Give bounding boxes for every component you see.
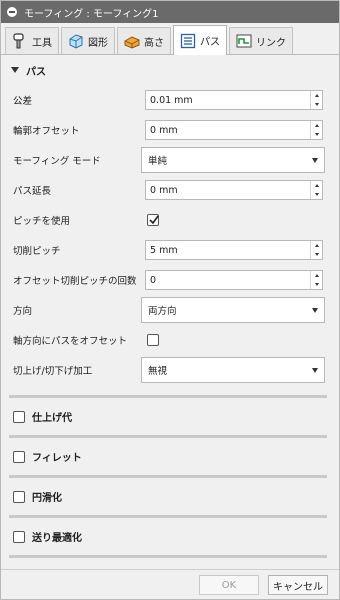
offset-stepover-count-label: オフセット切削ピッチの回数	[13, 276, 137, 287]
feed-optimization-section[interactable]: 送り最適化	[1, 518, 339, 555]
stock-to-leave-checkbox[interactable]	[13, 410, 25, 423]
direction-label: 方向	[13, 306, 33, 317]
title-bar: モーフィング : モーフィング1	[1, 1, 339, 23]
use-stepover-row: ピッチを使用	[1, 205, 339, 235]
tolerance-spinner[interactable]	[310, 91, 322, 109]
spin-up-icon[interactable]	[311, 121, 322, 130]
ramp-row: 切上げ/切下げ加工 無視	[1, 355, 339, 385]
heights-icon	[124, 36, 140, 49]
spin-up-icon[interactable]	[311, 91, 322, 100]
stepover-spinner[interactable]	[310, 241, 322, 259]
morph-dialog: モーフィング : モーフィング1 工具 図形 高さ パス リンク パス 公差 0…	[0, 0, 340, 600]
spin-down-icon[interactable]	[311, 130, 322, 139]
ramp-label: 切上げ/切下げ加工	[13, 366, 93, 377]
axial-offset-label: 軸方向にパスをオフセット	[13, 336, 128, 347]
passes-section-header[interactable]: パス	[1, 57, 339, 83]
expand-triangle-icon	[11, 67, 19, 73]
tab-linking[interactable]: リンク	[229, 27, 293, 54]
morph-mode-label: モーフィング モード	[13, 156, 101, 167]
spin-down-icon[interactable]	[311, 100, 322, 109]
tolerance-row: 公差 0.01 mm	[1, 85, 339, 115]
spin-down-icon[interactable]	[311, 280, 322, 289]
morph-mode-row: モーフィング モード 単純	[1, 145, 339, 175]
use-stepover-checkbox[interactable]	[147, 214, 159, 226]
pass-extension-spinner[interactable]	[310, 181, 322, 199]
dialog-footer: OK キャンセル	[1, 569, 339, 599]
tab-heights[interactable]: 高さ	[117, 27, 171, 54]
stepover-row: 切削ピッチ 5 mm	[1, 235, 339, 265]
spin-down-icon[interactable]	[311, 190, 322, 199]
tab-tool[interactable]: 工具	[5, 27, 59, 54]
axial-offset-checkbox[interactable]	[147, 334, 159, 346]
stock-to-leave-section[interactable]: 仕上げ代	[1, 398, 339, 435]
tool-icon	[13, 33, 24, 49]
contour-offset-row: 輪郭オフセット 0 mm	[1, 115, 339, 145]
tolerance-input[interactable]: 0.01 mm	[145, 90, 323, 110]
ramp-select[interactable]: 無視	[141, 357, 325, 383]
cancel-button[interactable]: キャンセル	[268, 575, 328, 595]
dropdown-arrow-icon	[312, 158, 318, 163]
direction-row: 方向 両方向	[1, 295, 339, 325]
collapse-icon[interactable]	[7, 7, 17, 17]
section-divider	[9, 555, 327, 558]
tab-bar: 工具 図形 高さ パス リンク	[1, 23, 339, 55]
stepover-input[interactable]: 5 mm	[145, 240, 323, 260]
smoothing-section[interactable]: 円滑化	[1, 478, 339, 515]
ok-button[interactable]: OK	[199, 575, 259, 595]
contour-offset-spinner[interactable]	[310, 121, 322, 139]
passes-icon	[180, 33, 196, 48]
pass-extension-input[interactable]: 0 mm	[145, 180, 323, 200]
geometry-icon	[69, 34, 83, 49]
axial-offset-row: 軸方向にパスをオフセット	[1, 325, 339, 355]
window-title: モーフィング : モーフィング1	[24, 8, 159, 20]
offset-stepover-count-row: オフセット切削ピッチの回数 0	[1, 265, 339, 295]
fillets-checkbox[interactable]	[13, 450, 25, 463]
offset-stepover-count-input[interactable]: 0	[145, 270, 323, 290]
offset-stepover-count-spinner[interactable]	[310, 271, 322, 289]
dropdown-arrow-icon	[312, 368, 318, 373]
checkmark-icon	[149, 215, 159, 225]
contour-offset-label: 輪郭オフセット	[13, 126, 80, 137]
dropdown-arrow-icon	[312, 308, 318, 313]
spin-up-icon[interactable]	[311, 271, 322, 280]
linking-icon	[236, 34, 252, 48]
pass-extension-row: パス延長 0 mm	[1, 175, 339, 205]
pass-extension-label: パス延長	[13, 186, 52, 197]
contour-offset-input[interactable]: 0 mm	[145, 120, 323, 140]
feed-optimization-checkbox[interactable]	[13, 530, 25, 543]
stepover-label: 切削ピッチ	[13, 246, 61, 257]
fillets-section[interactable]: フィレット	[1, 438, 339, 475]
morph-mode-select[interactable]: 単純	[141, 147, 325, 173]
tab-passes[interactable]: パス	[173, 25, 227, 55]
spin-down-icon[interactable]	[311, 250, 322, 259]
tab-geometry[interactable]: 図形	[61, 27, 115, 54]
spin-up-icon[interactable]	[311, 181, 322, 190]
use-stepover-label: ピッチを使用	[13, 216, 71, 227]
spin-up-icon[interactable]	[311, 241, 322, 250]
smoothing-checkbox[interactable]	[13, 490, 25, 503]
direction-select[interactable]: 両方向	[141, 297, 325, 323]
tolerance-label: 公差	[13, 96, 33, 107]
